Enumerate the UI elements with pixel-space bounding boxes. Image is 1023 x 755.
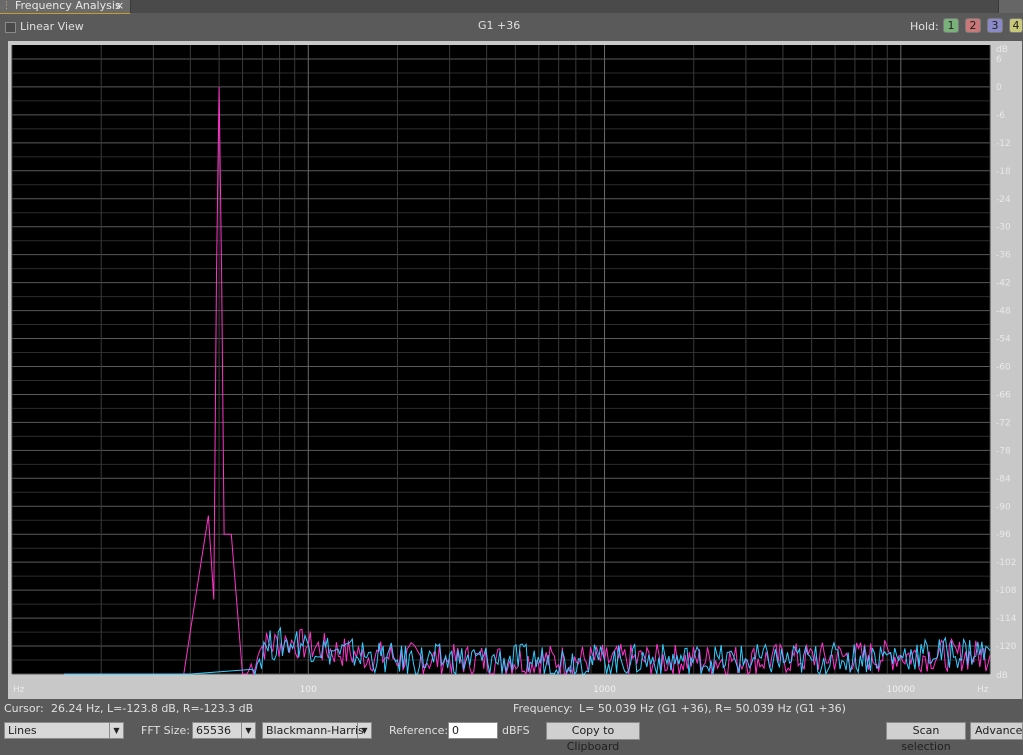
y-tick-label: -54	[996, 335, 1011, 345]
cursor-label: Cursor:	[4, 702, 44, 715]
chevron-down-icon: ▼	[109, 723, 123, 738]
controls-bar: Lines ▼ FFT Size: 65536 ▼ Blackmann-Harr…	[0, 720, 1023, 753]
x-tick-label: 100	[300, 685, 317, 695]
panel-menu-button[interactable]	[998, 0, 1023, 13]
tab-title: Frequency Analysis	[15, 0, 121, 12]
y-tick-label: -36	[996, 251, 1011, 261]
linear-view-label: Linear View	[20, 20, 84, 33]
display-mode-select[interactable]: Lines ▼	[4, 722, 124, 739]
hold-button-2[interactable]: 2	[965, 18, 981, 33]
chevron-down-icon: ▼	[357, 723, 371, 738]
y-tick-label: -18	[996, 167, 1011, 177]
close-icon[interactable]: ×	[115, 0, 124, 12]
x-tick-label: 20	[96, 685, 106, 694]
y-tick-label: -114	[996, 614, 1017, 624]
window-select[interactable]: Blackmann-Harris ▼	[262, 722, 372, 739]
y-tick-label: -48	[996, 307, 1011, 317]
y-tick-label: -84	[996, 474, 1011, 484]
x-tick-labels: 20 30 40 50 60 70 100 200 300 400 500 700 1000 2000 30…	[96, 685, 915, 695]
x-tick-label: 30	[148, 685, 158, 694]
top-toolbar: Linear View G1 +36 Hold: 1 2 3 4	[0, 14, 1023, 40]
plot-area[interactable]	[12, 45, 990, 674]
y-tick-label: -60	[996, 362, 1011, 372]
tab-bar: ⋮ Frequency Analysis ×	[0, 0, 1023, 14]
window-value: Blackmann-Harris	[266, 724, 364, 737]
y-tick-label: -108	[996, 586, 1017, 596]
cursor-value: 26.24 Hz, L=-123.8 dB, R=-123.3 dB	[51, 702, 254, 715]
hold-label: Hold:	[910, 20, 939, 33]
y-tick-label: -120	[996, 642, 1017, 652]
x-tick-label: 700	[551, 685, 566, 694]
tab-frequency-analysis[interactable]: ⋮ Frequency Analysis ×	[0, 0, 131, 14]
x-tick-label: 6000	[825, 685, 845, 694]
y-tick-label: -30	[996, 223, 1011, 233]
y-tick-label: -66	[996, 390, 1011, 400]
reference-label: Reference:	[389, 724, 449, 737]
x-tick-label: 200	[390, 685, 405, 694]
x-tick-label: 60	[237, 685, 247, 694]
y-tick-label: 0	[996, 83, 1002, 93]
scan-selection-button[interactable]: Scan selection	[886, 722, 966, 753]
frequency-value: L= 50.039 Hz (G1 +36), R= 50.039 Hz (G1 …	[579, 702, 846, 715]
y-unit-label: dB	[996, 45, 1008, 55]
hold-button-1[interactable]: 1	[943, 18, 959, 33]
y-unit-bottom-label: dB	[996, 671, 1008, 681]
x-tick-label: 70	[257, 685, 267, 694]
y-tick-label: -96	[996, 530, 1011, 540]
x-tick-label: 50	[214, 685, 224, 694]
x-tick-label: 2000	[684, 685, 704, 694]
x-tick-label: 500	[508, 685, 523, 694]
y-tick-label: -90	[996, 502, 1011, 512]
center-label: G1 +36	[478, 19, 521, 32]
y-tick-label: -78	[996, 446, 1011, 456]
hold-button-1-label: 1	[947, 19, 955, 32]
y-tick-label: -42	[996, 279, 1011, 289]
x-tick-label: 4000	[773, 685, 793, 694]
y-tick-label: -6	[996, 111, 1005, 121]
y-tick-label: 6	[996, 55, 1002, 65]
fft-size-select[interactable]: 65536 ▼	[192, 722, 256, 739]
x-unit-left-label: Hz	[13, 685, 25, 695]
x-unit-right-label: Hz	[977, 685, 989, 695]
grip-icon: ⋮	[2, 1, 11, 11]
chevron-down-icon: ▼	[241, 723, 255, 738]
reference-input[interactable]: 0	[448, 722, 498, 739]
x-tick-label: 1000	[593, 685, 616, 695]
hold-button-3-label: 3	[991, 19, 999, 32]
status-bar: Cursor: 26.24 Hz, L=-123.8 dB, R=-123.3 …	[0, 702, 1023, 718]
reference-unit: dBFS	[502, 724, 530, 737]
spectrum-chart[interactable]: 60-6-12-18-24-30-36-42-48-54-60-66-72-78…	[8, 41, 1022, 699]
y-tick-label: -72	[996, 418, 1011, 428]
y-tick-label: -102	[996, 558, 1016, 568]
x-tick-label: 400	[479, 685, 494, 694]
display-mode-value: Lines	[8, 724, 37, 737]
hold-button-4[interactable]: 4	[1009, 18, 1023, 33]
frequency-label: Frequency:	[513, 702, 573, 715]
spectrum-plot-frame: 6 0 -6 -12 -18 -24 -30 -36 -42 -48 -54 -60 -66 -72 -78…	[8, 41, 1022, 699]
advanced-button[interactable]: Advanced	[970, 722, 1023, 740]
fft-size-value: 65536	[196, 724, 231, 737]
copy-to-clipboard-button[interactable]: Copy to Clipboard	[546, 722, 640, 753]
y-tick-label: -12	[996, 139, 1011, 149]
hold-button-3[interactable]: 3	[987, 18, 1003, 33]
hold-button-2-label: 2	[969, 19, 977, 32]
x-tick-label: 40	[185, 685, 195, 694]
y-tick-labels: 6 0 -6 -12 -18 -24 -30 -36 -42 -48 -54 -60 -66 -72 -78…	[996, 55, 1017, 652]
hold-button-4-label: 4	[1012, 19, 1020, 32]
x-tick-label: 300	[442, 685, 457, 694]
x-tick-label: 10000	[886, 685, 915, 695]
linear-view-checkbox[interactable]	[5, 22, 16, 33]
x-tick-label: 3000	[736, 685, 756, 694]
fft-size-label: FFT Size:	[141, 724, 190, 737]
y-tick-label: -24	[996, 195, 1011, 205]
